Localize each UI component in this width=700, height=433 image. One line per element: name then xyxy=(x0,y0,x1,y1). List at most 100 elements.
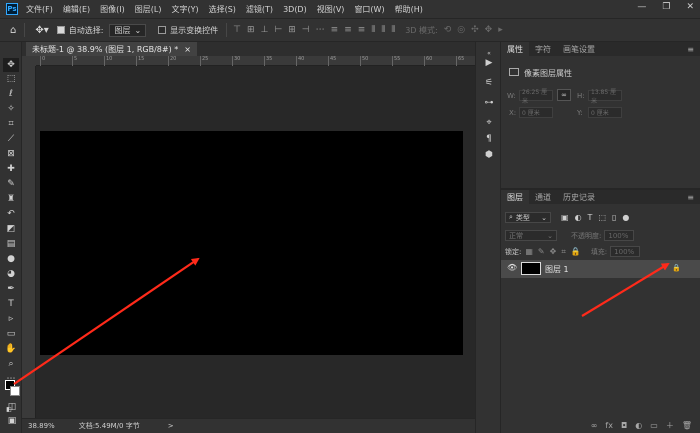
filter-kind-dropdown[interactable]: ⌕ 类型 ⌄ xyxy=(505,212,551,223)
lock-transparent-icon[interactable]: ▦ xyxy=(525,247,533,256)
paragraph-icon[interactable]: ¶ xyxy=(482,132,496,146)
auto-select-dropdown[interactable]: 图层 ⌄ xyxy=(109,23,147,37)
tab-history[interactable]: 历史记录 xyxy=(557,190,601,204)
zoom-tool-icon[interactable]: ⌕ xyxy=(3,357,19,371)
menu-view[interactable]: 视图(V) xyxy=(317,4,345,15)
vertical-ruler[interactable] xyxy=(22,66,36,418)
filter-type-icon[interactable]: T xyxy=(588,213,593,222)
add-mask-icon[interactable]: ◘ xyxy=(621,421,627,430)
gradient-tool-icon[interactable]: ▤ xyxy=(3,237,19,251)
move-tool-preset-icon[interactable]: ✥▾ xyxy=(35,25,48,36)
link-layers-icon[interactable]: ∞ xyxy=(591,421,598,430)
3d-slide-icon[interactable]: ✥ xyxy=(485,25,493,35)
tab-character[interactable]: 字符 xyxy=(529,42,557,56)
play-action-icon[interactable]: ▶ xyxy=(482,56,496,70)
healing-brush-tool-icon[interactable]: ✚ xyxy=(3,162,19,176)
dodge-tool-icon[interactable]: ◕ xyxy=(3,267,19,281)
align-top-icon[interactable]: ⊤ xyxy=(233,25,241,35)
adjustment-layer-icon[interactable]: ◐ xyxy=(635,421,642,430)
home-icon[interactable]: ⌂ xyxy=(10,25,16,36)
filter-shape-icon[interactable]: ⬚ xyxy=(598,213,606,222)
3d-roll-icon[interactable]: ◎ xyxy=(457,25,465,35)
panel-menu-icon[interactable]: ≡ xyxy=(681,42,700,56)
lasso-tool-icon[interactable]: ℓ xyxy=(3,87,19,101)
menu-select[interactable]: 选择(S) xyxy=(209,4,236,15)
distribute-left-icon[interactable]: ⦀ xyxy=(371,25,375,35)
lock-position-icon[interactable]: ✥ xyxy=(550,247,557,256)
menu-file[interactable]: 文件(F) xyxy=(26,4,53,15)
menu-type[interactable]: 文字(Y) xyxy=(171,4,198,15)
menu-filter[interactable]: 滤镜(T) xyxy=(246,4,273,15)
delete-layer-icon[interactable]: 🗑 xyxy=(682,421,692,430)
ruler-origin[interactable] xyxy=(22,56,36,66)
menu-help[interactable]: 帮助(H) xyxy=(395,4,423,15)
characters-icon[interactable]: ⌖ xyxy=(482,116,496,130)
magic-wand-tool-icon[interactable]: ✧ xyxy=(3,102,19,116)
3d-cube-icon[interactable]: ⬢ xyxy=(482,148,496,162)
close-window-button[interactable]: ✕ xyxy=(686,2,694,12)
quick-mask-icon[interactable]: ◫ xyxy=(4,400,20,414)
frame-tool-icon[interactable]: ⊠ xyxy=(3,147,19,161)
width-field[interactable]: 26.25 厘米 xyxy=(519,89,553,105)
eyedropper-tool-icon[interactable]: ⟋ xyxy=(3,132,19,146)
align-bottom-icon[interactable]: ⊥ xyxy=(261,25,269,35)
align-left-icon[interactable]: ⊢ xyxy=(274,25,282,35)
3d-rotate-icon[interactable]: ⟲ xyxy=(444,25,452,35)
document-canvas[interactable] xyxy=(40,131,463,355)
height-field[interactable]: 13.85 厘米 xyxy=(588,89,622,105)
distribute-top-icon[interactable]: ≡ xyxy=(331,25,339,35)
link-icon[interactable]: ∞ xyxy=(557,89,571,101)
layer-name[interactable]: 图层 1 xyxy=(545,264,569,275)
rectangle-tool-icon[interactable]: ▭ xyxy=(3,327,19,341)
eraser-tool-icon[interactable]: ◩ xyxy=(3,222,19,236)
auto-select-checkbox[interactable] xyxy=(56,26,65,34)
menu-layer[interactable]: 图层(L) xyxy=(135,4,162,15)
tab-layers[interactable]: 图层 xyxy=(501,190,529,204)
document-tab[interactable]: 未标题-1 @ 38.9% (图层 1, RGB/8#) * × xyxy=(26,42,197,56)
tab-brush-settings[interactable]: 画笔设置 xyxy=(557,42,601,56)
layer-lock-icon[interactable]: 🔒 xyxy=(672,264,681,272)
panel-menu-icon[interactable]: ≡ xyxy=(681,190,700,204)
layer-row[interactable]: 👁 图层 1 🔒 xyxy=(501,260,700,278)
menu-image[interactable]: 图像(I) xyxy=(100,4,125,15)
opacity-field[interactable]: 100% xyxy=(604,230,635,241)
background-color-swatch[interactable] xyxy=(10,386,20,396)
menu-window[interactable]: 窗口(W) xyxy=(354,4,384,15)
distribute-center-icon[interactable]: ≡ xyxy=(344,25,352,35)
filter-smart-object-icon[interactable]: ▯ xyxy=(612,213,616,222)
path-selection-tool-icon[interactable]: ▹ xyxy=(3,312,19,326)
zoom-level[interactable]: 38.89% xyxy=(28,422,55,430)
align-hcenter-icon[interactable]: ⊞ xyxy=(288,25,296,35)
layer-style-icon[interactable]: fx xyxy=(605,421,613,430)
lock-artboard-icon[interactable]: ⌗ xyxy=(561,247,566,257)
history-brush-tool-icon[interactable]: ↶ xyxy=(3,207,19,221)
status-menu-arrow[interactable]: > xyxy=(168,422,174,430)
hand-tool-icon[interactable]: ✋ xyxy=(3,342,19,356)
restore-button[interactable]: ❐ xyxy=(662,2,670,12)
filter-pixel-icon[interactable]: ▣ xyxy=(561,213,569,222)
close-tab-icon[interactable]: × xyxy=(184,45,191,54)
distribute-hcenter-icon[interactable]: ⦀ xyxy=(381,25,385,35)
lock-image-icon[interactable]: ✎ xyxy=(538,247,545,256)
align-right-icon[interactable]: ⊣ xyxy=(302,25,310,35)
show-transform-checkbox[interactable] xyxy=(158,26,167,34)
type-tool-icon[interactable]: T xyxy=(3,297,19,311)
3d-pan-icon[interactable]: ✣ xyxy=(471,25,479,35)
lock-all-icon[interactable]: 🔒 xyxy=(571,247,581,256)
distribute-bottom-icon[interactable]: ≡ xyxy=(358,25,366,35)
align-vcenter-icon[interactable]: ⊞ xyxy=(247,25,255,35)
menu-3d[interactable]: 3D(D) xyxy=(283,5,307,14)
eye-icon[interactable]: 👁 xyxy=(507,263,517,272)
marquee-tool-icon[interactable]: ⬚ xyxy=(3,72,19,86)
y-field[interactable]: 0 厘米 xyxy=(588,107,622,118)
brush-tool-icon[interactable]: ✎ xyxy=(3,177,19,191)
pen-tool-icon[interactable]: ✒ xyxy=(3,282,19,296)
horizontal-ruler[interactable]: 0 5 10 15 20 25 30 35 40 45 50 55 60 65 xyxy=(36,56,475,66)
distribute-icon[interactable]: ⋯ xyxy=(316,25,325,35)
tab-properties[interactable]: 属性 xyxy=(501,42,529,56)
menu-edit[interactable]: 编辑(E) xyxy=(63,4,90,15)
minimize-button[interactable]: — xyxy=(637,2,646,12)
move-tool-icon[interactable]: ✥ xyxy=(3,58,19,72)
filter-toggle-icon[interactable]: ● xyxy=(622,213,629,222)
fill-field[interactable]: 100% xyxy=(610,246,641,257)
